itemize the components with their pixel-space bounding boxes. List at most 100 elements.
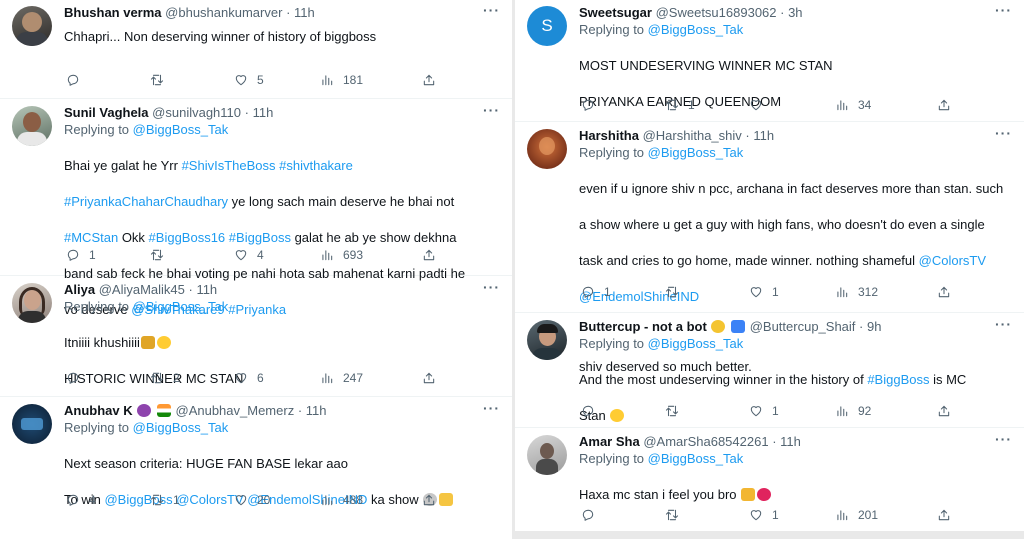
more-options-icon[interactable]: ··· (995, 316, 1012, 332)
more-options-icon[interactable]: ··· (995, 431, 1012, 447)
timestamp[interactable]: · 11h (245, 105, 274, 120)
more-options-icon[interactable]: ··· (483, 2, 500, 18)
user-handle[interactable]: @bhushankumarver (165, 5, 282, 20)
more-options-icon[interactable]: ··· (483, 400, 500, 416)
retweet-button[interactable]: 1 (150, 491, 180, 509)
more-options-icon[interactable]: ··· (995, 2, 1012, 18)
views-button[interactable]: 181 (320, 71, 363, 89)
share-button[interactable] (422, 71, 436, 89)
reply-button[interactable]: 1 (66, 246, 96, 264)
timestamp[interactable]: · 3h (780, 5, 802, 20)
user-handle[interactable]: @AliyaMalik45 (99, 282, 185, 297)
reply-tweet[interactable]: Harshitha @Harshitha_shiv · 11h Replying… (515, 123, 1024, 374)
avatar[interactable] (12, 106, 52, 146)
reply-button[interactable]: 1 (581, 283, 611, 301)
like-button[interactable]: 6 (234, 369, 264, 387)
reply-tweet[interactable]: Buttercup - not a bot @Buttercup_Shaif ·… (515, 314, 1024, 428)
share-button[interactable] (422, 369, 436, 387)
timestamp[interactable]: · 11h (189, 282, 218, 297)
retweet-button[interactable]: 2 (150, 369, 180, 387)
like-button[interactable]: 5 (234, 71, 264, 89)
views-chart-icon (320, 371, 334, 385)
reply-button[interactable]: 4 (66, 491, 96, 509)
replying-to-link[interactable]: @BiggBoss_Tak (133, 420, 229, 435)
avatar[interactable] (527, 320, 567, 360)
reply-tweet[interactable]: Anubhav K @Anubhav_Memerz · 11h Replying… (0, 398, 512, 539)
replying-to-link[interactable]: @BiggBoss_Tak (133, 122, 229, 137)
display-name[interactable]: Aliya (64, 282, 95, 297)
timestamp[interactable]: · 11h (286, 5, 315, 20)
reply-tweet[interactable]: Amar Sha @AmarSha68542261 · 11h Replying… (515, 429, 1024, 531)
user-handle[interactable]: @Buttercup_Shaif (750, 319, 856, 334)
reply-tweet[interactable]: S Sweetsugar @Sweetsu16893062 · 3h Reply… (515, 0, 1024, 122)
views-button[interactable]: 312 (835, 283, 878, 301)
share-button[interactable] (937, 506, 951, 524)
avatar[interactable] (527, 435, 567, 475)
timestamp[interactable]: · 9h (859, 319, 881, 334)
views-chart-icon (320, 73, 334, 87)
replying-to-link[interactable]: @BiggBoss_Tak (133, 299, 229, 314)
reply-button[interactable] (66, 71, 89, 89)
timestamp[interactable]: · 11h (745, 128, 774, 143)
more-options-icon[interactable]: ··· (483, 279, 500, 295)
retweet-button[interactable] (150, 246, 173, 264)
share-button[interactable] (937, 402, 951, 420)
display-name[interactable]: Harshitha (579, 128, 639, 143)
replying-to-link[interactable]: @BiggBoss_Tak (648, 451, 744, 466)
devil-emoji-icon (137, 404, 152, 417)
display-name[interactable]: Anubhav K (64, 403, 133, 418)
reply-tweet[interactable]: Sunil Vaghela @sunilvagh110 · 11h Replyi… (0, 100, 512, 317)
views-button[interactable]: 34 (835, 96, 871, 114)
avatar[interactable]: S (527, 6, 567, 46)
user-handle[interactable]: @Harshitha_shiv (643, 128, 742, 143)
like-button[interactable]: 1 (749, 506, 779, 524)
retweet-button[interactable] (665, 506, 688, 524)
user-handle[interactable]: @sunilvagh110 (152, 105, 241, 120)
display-name[interactable]: Bhushan verma (64, 5, 162, 20)
user-handle[interactable]: @AmarSha68542261 (643, 434, 768, 449)
reply-button[interactable] (581, 96, 604, 114)
share-button[interactable] (937, 96, 951, 114)
avatar[interactable] (12, 283, 52, 323)
user-handle[interactable]: @Sweetsu16893062 (656, 5, 777, 20)
reply-button[interactable] (581, 402, 604, 420)
like-button[interactable]: 4 (234, 246, 264, 264)
avatar[interactable] (527, 129, 567, 169)
views-button[interactable]: 92 (835, 402, 871, 420)
retweet-button[interactable] (665, 402, 688, 420)
replying-to-link[interactable]: @BiggBoss_Tak (648, 145, 744, 160)
reply-tweet[interactable]: Aliya @AliyaMalik45 · 11h Replying to @B… (0, 277, 512, 397)
share-button[interactable] (422, 491, 436, 509)
display-name[interactable]: Sweetsugar (579, 5, 652, 20)
timestamp[interactable]: · 11h (298, 403, 327, 418)
retweet-icon (665, 285, 679, 299)
retweet-button[interactable] (665, 283, 688, 301)
reply-tweet[interactable]: Bhushan verma @bhushankumarver · 11h Chh… (0, 0, 512, 99)
retweet-button[interactable]: 1 (665, 96, 695, 114)
replying-to-link[interactable]: @BiggBoss_Tak (648, 22, 744, 37)
avatar[interactable] (12, 6, 52, 46)
display-name[interactable]: Amar Sha (579, 434, 640, 449)
views-button[interactable]: 693 (320, 246, 363, 264)
avatar[interactable] (12, 404, 52, 444)
more-options-icon[interactable]: ··· (995, 125, 1012, 141)
more-options-icon[interactable]: ··· (483, 102, 500, 118)
reply-button[interactable] (581, 506, 604, 524)
share-button[interactable] (937, 283, 951, 301)
reply-count: 1 (604, 285, 611, 299)
views-button[interactable]: 247 (320, 369, 363, 387)
display-name[interactable]: Buttercup - not a bot (579, 319, 707, 334)
views-button[interactable]: 201 (835, 506, 878, 524)
display-name[interactable]: Sunil Vaghela (64, 105, 149, 120)
like-button[interactable] (749, 96, 772, 114)
share-button[interactable] (422, 246, 436, 264)
user-handle[interactable]: @Anubhav_Memerz (176, 403, 295, 418)
views-button[interactable]: 488 (320, 491, 363, 509)
retweet-button[interactable] (150, 71, 173, 89)
like-button[interactable]: 20 (234, 491, 270, 509)
like-button[interactable]: 1 (749, 283, 779, 301)
reply-button[interactable] (66, 369, 89, 387)
like-button[interactable]: 1 (749, 402, 779, 420)
timestamp[interactable]: · 11h (772, 434, 801, 449)
replying-to-link[interactable]: @BiggBoss_Tak (648, 336, 744, 351)
